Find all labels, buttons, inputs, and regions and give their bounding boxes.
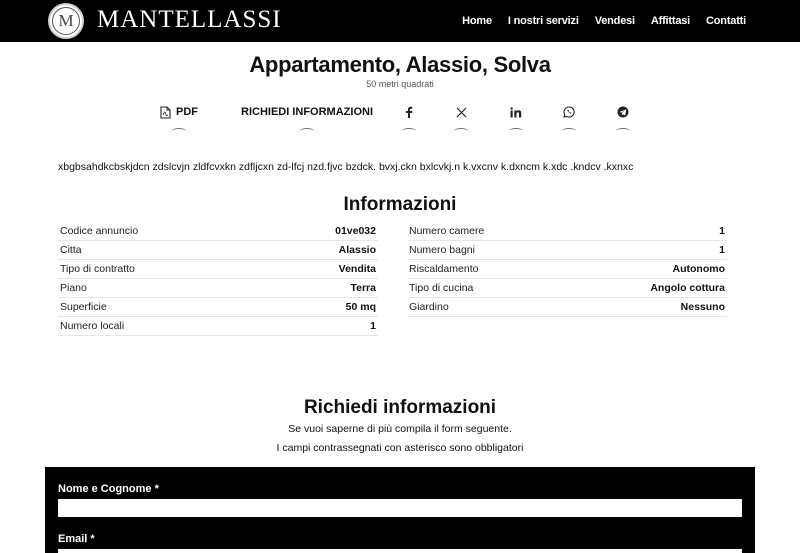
request-info-button[interactable]: RICHIEDI INFORMAZIONI <box>241 103 373 134</box>
telegram-indicator <box>616 128 630 134</box>
x-indicator <box>454 128 468 134</box>
pdf-share-indicator <box>172 128 186 134</box>
info-row: Giardino Nessuno <box>407 298 727 317</box>
page-title: Appartamento, Alassio, Solva <box>249 52 551 77</box>
request-info-label: RICHIEDI INFORMAZIONI <box>241 106 373 118</box>
info-value: 1 <box>719 225 725 237</box>
action-bar: PDF RICHIEDI INFORMAZIONI <box>0 103 800 143</box>
info-key: Piano <box>60 282 87 294</box>
request-section-title: Richiedi informazioni <box>303 397 497 418</box>
info-row: Superficie 50 mq <box>58 298 378 317</box>
facebook-icon <box>406 106 413 118</box>
main-nav: Home I nostri servizi Vendesi Affittasi … <box>462 0 746 42</box>
info-value: Vendita <box>338 263 376 275</box>
info-row: Piano Terra <box>58 279 378 298</box>
x-icon <box>456 107 466 117</box>
nav-affittasi[interactable]: Affittasi <box>651 15 690 27</box>
info-value: 01ve032 <box>335 225 376 237</box>
facebook-indicator <box>402 128 416 134</box>
info-value: 50 mq <box>345 301 376 313</box>
info-value: Alassio <box>338 244 376 256</box>
whatsapp-indicator <box>562 128 576 134</box>
nav-home[interactable]: Home <box>462 15 492 27</box>
request-intro: Se vuoi saperne di più compila il form s… <box>288 423 512 435</box>
info-key: Numero camere <box>409 225 485 237</box>
listing-description: xbgbsahdkcbskjdcn zdslcvjn zldfcvxkn zdf… <box>58 161 634 173</box>
page-subtitle: 50 metri quadrati <box>366 79 434 89</box>
logo-monogram: M <box>52 7 80 35</box>
info-key: Superficie <box>60 301 107 313</box>
info-row: Tipo di contratto Vendita <box>58 260 378 279</box>
name-label: Nome e Cognome * <box>58 483 159 495</box>
info-section-title: Informazioni <box>343 194 457 215</box>
info-row: Numero camere 1 <box>407 222 727 241</box>
info-value: Nessuno <box>680 301 725 313</box>
name-input[interactable] <box>58 499 742 517</box>
info-value: 1 <box>719 244 725 256</box>
email-input[interactable] <box>58 549 742 553</box>
info-key: Tipo di cucina <box>409 282 474 294</box>
info-value: Autonomo <box>672 263 726 275</box>
share-telegram-button[interactable] <box>616 103 630 134</box>
logo[interactable]: M <box>48 3 84 39</box>
info-value: Terra <box>350 282 377 294</box>
share-facebook-button[interactable] <box>402 103 416 134</box>
info-row: Codice annuncio 01ve032 <box>58 222 378 241</box>
linkedin-icon <box>510 106 522 117</box>
request-indicator <box>300 128 314 134</box>
info-table-right: Numero camere 1 Numero bagni 1 Riscaldam… <box>407 222 727 317</box>
linkedin-indicator <box>509 128 523 134</box>
request-required-note: I campi contrassegnati con asterisco son… <box>276 442 524 454</box>
pdf-button[interactable]: PDF <box>160 103 198 134</box>
info-row: Tipo di cucina Angolo cottura <box>407 279 727 298</box>
info-key: Riscaldamento <box>409 263 479 275</box>
nav-vendesi[interactable]: Vendesi <box>595 15 635 27</box>
telegram-icon <box>617 106 629 118</box>
nav-servizi[interactable]: I nostri servizi <box>508 15 579 27</box>
info-row: Riscaldamento Autonomo <box>407 260 727 279</box>
info-row: Citta Alassio <box>58 241 378 260</box>
share-whatsapp-button[interactable] <box>562 103 576 134</box>
email-label: Email * <box>58 533 95 545</box>
share-x-button[interactable] <box>454 103 468 134</box>
info-table-left: Codice annuncio 01ve032 Citta Alassio Ti… <box>58 222 378 336</box>
info-key: Citta <box>60 244 82 256</box>
info-key: Tipo di contratto <box>60 263 135 275</box>
nav-contatti[interactable]: Contatti <box>706 15 746 27</box>
info-row: Numero locali 1 <box>58 317 378 336</box>
info-key: Giardino <box>409 301 449 313</box>
brand-name[interactable]: MANTELLASSI <box>97 5 282 35</box>
info-row: Numero bagni 1 <box>407 241 727 260</box>
info-key: Codice annuncio <box>60 225 139 237</box>
top-header: M MANTELLASSI Home I nostri servizi Vend… <box>0 0 800 42</box>
whatsapp-icon <box>563 106 575 118</box>
share-linkedin-button[interactable] <box>509 103 523 134</box>
info-key: Numero locali <box>60 320 125 332</box>
request-form: Nome e Cognome * Email * <box>45 467 755 553</box>
pdf-label: PDF <box>176 106 198 118</box>
info-key: Numero bagni <box>409 244 475 256</box>
info-value: Angolo cottura <box>650 282 725 294</box>
pdf-icon <box>160 105 171 119</box>
info-value: 1 <box>370 320 376 332</box>
